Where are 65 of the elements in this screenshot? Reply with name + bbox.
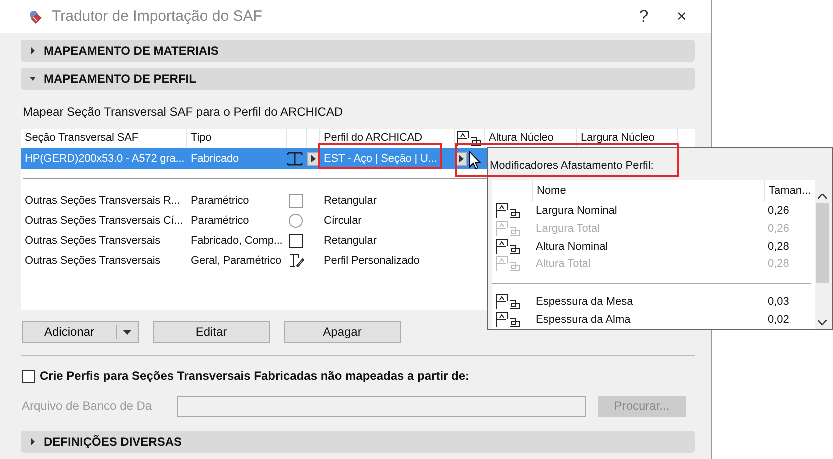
list-value: 0,28 [767,240,790,253]
list-value: 0,02 [767,314,790,326]
square-icon [289,234,303,248]
table-cell-text: Retangular [323,195,378,207]
collapse-icon [30,75,36,83]
list-value: 0,03 [767,296,790,308]
list-item[interactable]: Espessura da Alma [532,314,764,326]
close-button[interactable]: × [667,6,697,26]
profile-modifier-icon [496,312,522,328]
table-cell-text: Outras Seções Transversais Cí... [24,215,184,227]
field-label: Arquivo de Banco de Da [22,399,154,413]
custom-profile-icon [289,254,305,268]
help-button[interactable]: ? [629,6,659,26]
table-cell-text: Retangular [323,235,378,247]
description-text: Mapear Seção Transversal SAF para o Perfil do ARCHICAD [23,105,344,119]
expand-icon [30,47,36,55]
scroll-down-icon [818,320,827,325]
table-cell-text: HP(GERD)200x53.0 - A572 gra... [24,152,186,164]
play-icon [310,154,316,162]
window-title: Tradutor de Importação do SAF [52,8,264,25]
i-beam-icon [287,152,303,166]
scroll-up-icon [818,194,827,199]
section-header[interactable]: DEFINIÇÕES DIVERSAS [21,431,695,453]
circle-icon [289,214,303,228]
checkbox[interactable] [22,370,35,382]
table-cell-text: EST - Aço | Seção | U... [323,152,438,164]
caret-icon [123,330,132,334]
profile-modifier-icon [496,202,522,219]
list-item[interactable]: Largura Nominal [532,204,764,217]
table-cell-text: Outras Seções Transversais [24,235,162,247]
scrollbar[interactable] [815,180,830,329]
expand-icon [30,438,36,446]
profile-modifier-icon [496,238,522,255]
profile-modifier-icon [496,220,522,237]
cursor-icon [469,151,481,170]
table-cell-text: Círcular [323,215,363,227]
list-item[interactable]: Altura Nominal [532,240,764,253]
column-header: Nome [532,180,764,202]
table-cell-text: Outras Seções Transversais R... [24,195,182,207]
checkbox-label: Crie Perfis para Seções Transversais Fabricadas não mapeadas a partir de: [40,369,470,383]
table-cell-text: Fabricado [190,152,240,164]
profile-modifier-icon [496,294,522,310]
app-icon [28,8,44,24]
table-cell-text: Geral, Paramétrico [190,255,283,267]
section-header[interactable]: MAPEAMENTO DE MATERIAIS [21,40,695,62]
section-header[interactable]: MAPEAMENTO DE PERFIL [21,68,695,90]
delete-button[interactable]: Apagar [284,321,401,343]
add-button[interactable]: Adicionar [23,322,116,342]
play-icon [458,154,464,162]
rectangle-icon [289,194,303,208]
table-cell-text: Paramétrico [190,195,250,207]
edit-button[interactable]: Editar [153,321,270,343]
list-value: 0,26 [767,204,790,217]
profile-modifier-icon [496,256,522,272]
table-cell-text: Perfil Personalizado [323,255,421,267]
list-value: 0,28 [767,258,790,270]
table-cell-text: Paramétrico [190,215,250,227]
table-cell-text: Outras Seções Transversais [24,255,162,267]
add-split-button[interactable]: Adicionar [22,321,139,343]
table-cell-text: Fabricado, Comp... [190,235,284,247]
arrow-button[interactable] [307,152,319,166]
profile-modifier-icon [456,130,482,146]
list-item[interactable]: Espessura da Mesa [532,296,764,308]
input-field[interactable] [177,396,586,416]
list-value: 0,26 [767,222,790,235]
